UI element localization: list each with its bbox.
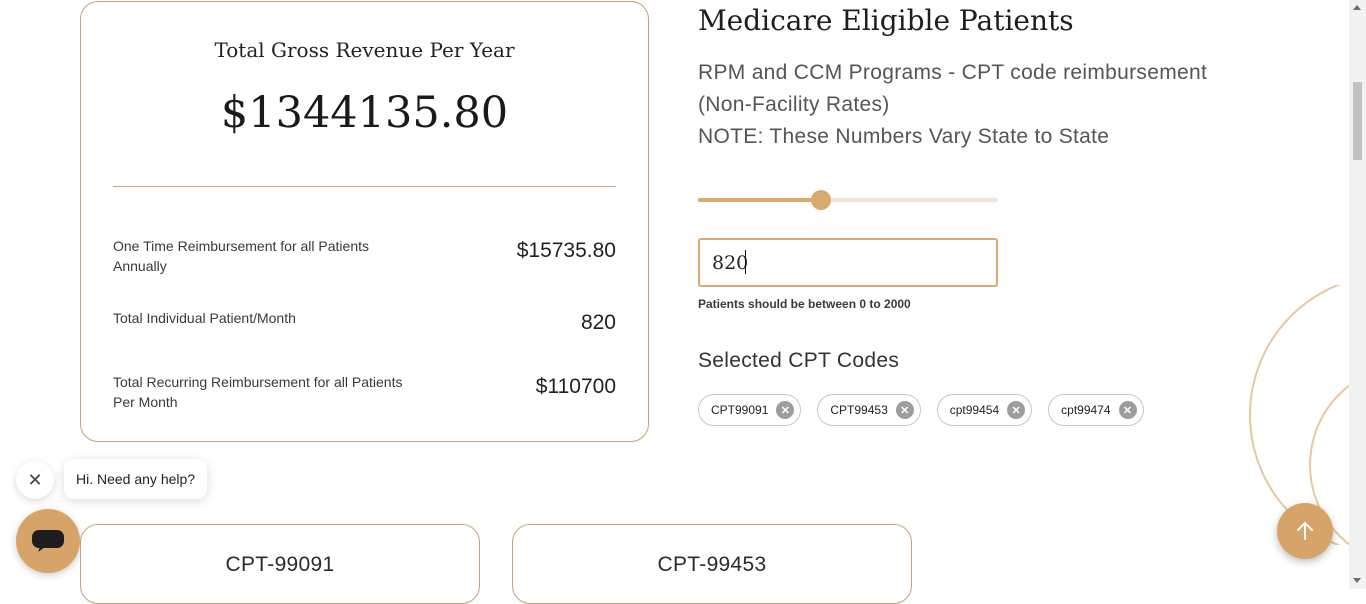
- cpt-chip-label: cpt99474: [1061, 403, 1111, 417]
- cpt-card: CPT-99453: [512, 524, 912, 604]
- x-circle-icon[interactable]: ✕: [895, 401, 914, 419]
- stat-label-patients: Total Individual Patient/Month: [113, 310, 296, 326]
- scroll-down-arrow[interactable]: [1353, 578, 1361, 583]
- section-heading: Medicare Eligible Patients: [698, 4, 1074, 37]
- stat-label-one-time: One Time Reimbursement for all Patients …: [113, 238, 369, 274]
- chat-close-button[interactable]: ✕: [16, 461, 54, 499]
- text-caret: [745, 250, 746, 274]
- x-circle-icon[interactable]: ✕: [776, 401, 795, 419]
- cpt-chip-label: cpt99454: [949, 403, 1000, 417]
- cpt-chip: cpt99474 ✕: [1048, 394, 1144, 426]
- page-scrollbar[interactable]: [1349, 0, 1366, 589]
- stat-value-recurring: $110700: [535, 375, 616, 398]
- x-circle-icon[interactable]: ✕: [1118, 401, 1137, 419]
- cpt-chip-label: CPT99091: [711, 403, 769, 417]
- stat-value-one-time: $15735.80: [516, 239, 616, 262]
- patients-help-text: Patients should be between 0 to 2000: [698, 297, 911, 311]
- cpt-card-title: CPT-99091: [225, 553, 335, 576]
- cpt-chip: CPT99453 ✕: [817, 394, 921, 426]
- patients-slider[interactable]: [698, 188, 998, 212]
- revenue-amount: $1344135.80: [220, 88, 509, 138]
- stat-value-patients: 820: [580, 311, 616, 334]
- scrollbar-thumb[interactable]: [1353, 82, 1362, 160]
- x-circle-icon[interactable]: ✕: [1007, 401, 1026, 419]
- chat-icon: [32, 530, 64, 552]
- cpt-chip-list: CPT99091 ✕ CPT99453 ✕ cpt99454 ✕ cpt9947…: [698, 394, 1144, 426]
- cpt-heading: Selected CPT Codes: [698, 349, 900, 372]
- cpt-chip: CPT99091 ✕: [698, 394, 802, 426]
- subtitle-line-3: NOTE: These Numbers Vary State to State: [698, 125, 1110, 148]
- cpt-chip-label: CPT99453: [830, 403, 888, 417]
- subtitle-line-1: RPM and CCM Programs - CPT code reimburs…: [698, 61, 1208, 84]
- scroll-up-arrow[interactable]: [1353, 5, 1361, 10]
- arrow-up-icon: [1297, 522, 1313, 540]
- scroll-top-button[interactable]: [1277, 503, 1333, 559]
- cpt-chip: cpt99454 ✕: [936, 394, 1033, 426]
- slider-fill: [698, 198, 821, 202]
- section-subtitle: RPM and CCM Programs - CPT code reimburs…: [698, 57, 1258, 153]
- chat-launcher-button[interactable]: [16, 509, 80, 573]
- revenue-title: Total Gross Revenue Per Year: [214, 38, 515, 62]
- stat-label-recurring: Total Recurring Reimbursement for all Pa…: [113, 374, 403, 410]
- chat-greeting-bubble[interactable]: Hi. Need any help?: [64, 459, 208, 499]
- divider: [113, 186, 616, 187]
- patients-input[interactable]: [698, 238, 998, 287]
- cpt-card-title: CPT-99453: [657, 553, 767, 576]
- revenue-card: Total Gross Revenue Per Year $1344135.80…: [80, 1, 649, 442]
- subtitle-line-2: (Non-Facility Rates): [698, 93, 890, 116]
- close-icon: ✕: [27, 469, 43, 490]
- slider-thumb[interactable]: [811, 190, 831, 210]
- cpt-card: CPT-99091: [80, 524, 480, 604]
